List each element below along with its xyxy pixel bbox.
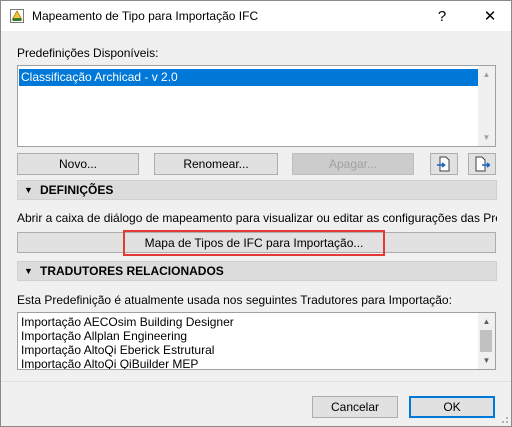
- new-preset-button[interactable]: Novo...: [17, 153, 139, 175]
- resize-grip-icon[interactable]: [499, 414, 509, 424]
- definitions-description: Abrir a caixa de diálogo de mapeamento p…: [17, 211, 497, 225]
- collapse-caret-icon: ▼: [24, 185, 33, 195]
- translators-header-label: TRADUTORES RELACIONADOS: [40, 264, 224, 278]
- cancel-button[interactable]: Cancelar: [312, 396, 398, 418]
- scroll-down-icon[interactable]: ▼: [478, 352, 495, 369]
- export-preset-button[interactable]: [468, 153, 496, 175]
- list-item[interactable]: Importação AltoQi Eberick Estrutural: [21, 343, 214, 357]
- help-button[interactable]: ?: [425, 1, 459, 31]
- rename-preset-button[interactable]: Renomear...: [154, 153, 278, 175]
- definitions-section-header[interactable]: ▼ DEFINIÇÕES: [17, 180, 497, 200]
- preset-item-selected[interactable]: Classificação Archicad - v 2.0: [19, 69, 479, 86]
- delete-preset-button[interactable]: Apagar...: [292, 153, 414, 175]
- presets-list[interactable]: Classificação Archicad - v 2.0 ▲ ▼: [17, 65, 496, 147]
- presets-label: Predefinições Disponíveis:: [17, 46, 159, 60]
- list-item[interactable]: Importação AltoQi QiBuilder MEP: [21, 357, 198, 369]
- window-title: Mapeamento de Tipo para Importação IFC: [32, 9, 259, 23]
- scroll-up-icon[interactable]: ▲: [478, 313, 495, 330]
- list-item[interactable]: Importação AECOsim Building Designer: [21, 315, 234, 329]
- ok-button[interactable]: OK: [409, 396, 495, 418]
- ifc-import-map-button[interactable]: Mapa de Tipos de IFC para Importação...: [123, 230, 385, 256]
- export-icon: [475, 156, 490, 172]
- translators-list[interactable]: Importação AECOsim Building Designer Imp…: [17, 312, 496, 370]
- close-button[interactable]: ✕: [473, 1, 507, 31]
- import-preset-button[interactable]: [430, 153, 458, 175]
- import-icon: [437, 156, 450, 172]
- scroll-down-icon[interactable]: ▼: [478, 129, 495, 146]
- translators-description: Esta Predefinição é atualmente usada nos…: [17, 293, 452, 307]
- app-icon: [10, 9, 24, 23]
- dialog-window: Mapeamento de Tipo para Importação IFC ?…: [0, 0, 512, 427]
- presets-scrollbar[interactable]: ▲ ▼: [478, 66, 495, 146]
- definitions-header-label: DEFINIÇÕES: [40, 183, 114, 197]
- translators-scrollbar[interactable]: ▲ ▼: [478, 313, 495, 369]
- scroll-thumb[interactable]: [480, 330, 492, 352]
- footer-divider: [1, 381, 511, 382]
- list-item[interactable]: Importação Allplan Engineering: [21, 329, 187, 343]
- translators-section-header[interactable]: ▼ TRADUTORES RELACIONADOS: [17, 261, 497, 281]
- collapse-caret-icon: ▼: [24, 266, 33, 276]
- scroll-up-icon[interactable]: ▲: [478, 66, 495, 83]
- title-bar[interactable]: Mapeamento de Tipo para Importação IFC ?…: [1, 1, 511, 31]
